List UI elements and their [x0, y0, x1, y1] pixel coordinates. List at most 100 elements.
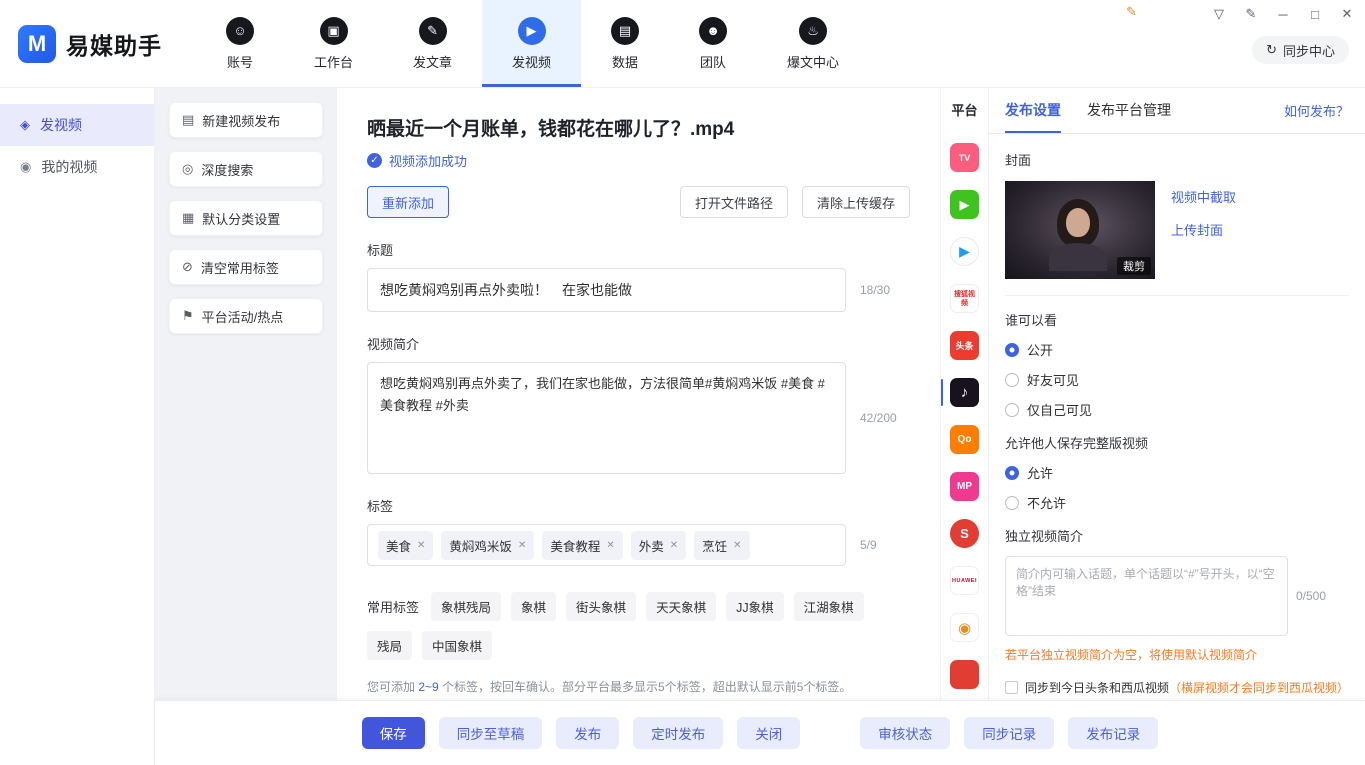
tool-label: 清空常用标签	[201, 258, 279, 277]
radio-label: 公开	[1027, 340, 1053, 359]
new-video-publish-button[interactable]: ▤ 新建视频发布	[169, 102, 323, 138]
radio-icon	[1005, 496, 1019, 510]
sync-to-draft-button[interactable]: 同步至草稿	[439, 717, 543, 749]
platform-glyph: Qo	[950, 425, 979, 454]
nav-item-team[interactable]: ☻ 团队	[669, 0, 757, 87]
platform-icon-mp[interactable]: MP	[950, 472, 979, 501]
visibility-option-friends[interactable]: 好友可见	[1005, 370, 1349, 389]
nav-item-hot-center[interactable]: ♨ 爆文中心	[757, 0, 869, 87]
tool-label: 新建视频发布	[202, 111, 280, 130]
common-tag[interactable]: 天天象棋	[646, 592, 716, 621]
thumbnail-person-face	[1066, 208, 1090, 237]
visibility-option-public[interactable]: 公开	[1005, 340, 1349, 359]
nav-item-publish-video[interactable]: ▶ 发视频	[482, 0, 581, 87]
platform-glyph: ▶	[950, 237, 979, 266]
platform-icon-sohu[interactable]: S	[950, 519, 979, 548]
platform-glyph: ♪	[950, 378, 979, 407]
video-editor: 晒最近一个月账单，钱都花在哪儿了？.mp4 ✓ 视频添加成功 重新添加 打开文件…	[337, 88, 940, 700]
common-tag[interactable]: JJ象棋	[726, 592, 784, 621]
nav-label: 团队	[700, 52, 726, 71]
deep-search-button[interactable]: ◎ 深度搜索	[169, 151, 323, 187]
independent-desc-textarea[interactable]	[1005, 556, 1288, 636]
new-publish-icon: ▤	[182, 112, 194, 128]
platform-icon-weibo[interactable]: ◉	[950, 613, 979, 642]
common-tag[interactable]: 象棋残局	[431, 592, 501, 621]
how-to-publish-link[interactable]: 如何发布？	[1284, 88, 1349, 133]
clear-upload-cache-button[interactable]: 清除上传缓存	[802, 186, 910, 218]
platform-icon-toutiao[interactable]: 头条	[950, 331, 979, 360]
tag-chip: 美食 ✕	[378, 531, 433, 560]
remove-tag-icon[interactable]: ✕	[606, 540, 614, 551]
open-file-path-button[interactable]: 打开文件路径	[680, 186, 788, 218]
radio-checked-icon	[1005, 466, 1019, 480]
platform-icon-pink[interactable]: TV	[950, 143, 979, 172]
minimize-button[interactable]: ─	[1275, 7, 1291, 22]
tab-platform-management[interactable]: 发布平台管理	[1087, 88, 1171, 133]
visibility-option-private[interactable]: 仅自己可见	[1005, 400, 1349, 419]
remove-tag-icon[interactable]: ✕	[417, 540, 425, 551]
upload-cover-link[interactable]: 上传封面	[1171, 220, 1236, 239]
common-tag[interactable]: 象棋	[511, 592, 556, 621]
publish-records-button[interactable]: 发布记录	[1068, 717, 1158, 749]
sidebar-item-my-videos[interactable]: ◉ 我的视频	[0, 146, 154, 188]
search-icon: ◎	[182, 161, 193, 177]
common-tag[interactable]: 残局	[367, 631, 412, 660]
tags-input[interactable]: 美食✕ 黄焖鸡米饭✕ 美食教程✕ 外卖✕ 烹饪✕	[367, 524, 846, 566]
maximize-button[interactable]: □	[1307, 7, 1323, 22]
allow-save-option-allow[interactable]: 允许	[1005, 463, 1349, 482]
tag-text: 美食	[386, 536, 411, 555]
video-added-status[interactable]: 视频添加成功	[389, 151, 467, 170]
remove-tag-icon[interactable]: ✕	[518, 540, 526, 551]
scheduled-publish-button[interactable]: 定时发布	[633, 717, 723, 749]
capture-from-video-link[interactable]: 视频中截取	[1171, 187, 1236, 206]
sync-records-button[interactable]: 同步记录	[964, 717, 1054, 749]
default-category-settings-button[interactable]: ▦ 默认分类设置	[169, 200, 323, 236]
sync-center-button[interactable]: ↻ 同步中心	[1252, 36, 1349, 64]
allow-save-option-deny[interactable]: 不允许	[1005, 493, 1349, 512]
readd-video-button[interactable]: 重新添加	[367, 186, 449, 218]
sidebar-item-label: 我的视频	[41, 157, 97, 177]
tag-chip: 烹饪✕	[694, 531, 749, 560]
remove-tag-icon[interactable]: ✕	[670, 540, 678, 551]
tab-publish-settings[interactable]: 发布设置	[1005, 88, 1061, 133]
platform-icon-iqiyi[interactable]: ▶	[950, 190, 979, 219]
cover-thumbnail[interactable]: 裁剪	[1005, 181, 1155, 279]
logo-icon: M	[18, 25, 56, 63]
radio-label: 允许	[1027, 463, 1053, 482]
common-tag[interactable]: 街头象棋	[566, 592, 636, 621]
nav-item-workbench[interactable]: ▣ 工作台	[284, 0, 383, 87]
sidebar-item-publish-video[interactable]: ◈ 发视频	[0, 104, 154, 146]
app-logo: M 易媒助手	[0, 0, 188, 87]
platform-icon-qq[interactable]: Qo	[950, 425, 979, 454]
platform-icon-huawei[interactable]: HUAWEI	[950, 566, 979, 595]
window-controls: ▽ ✎ ─ □ ✕	[1211, 6, 1355, 22]
platform-icon-haokan[interactable]: ▶	[950, 237, 979, 266]
sync-toutiao-checkbox[interactable]	[1005, 681, 1018, 694]
close-editor-button[interactable]: 关闭	[737, 717, 800, 749]
nav-item-data[interactable]: ▤ 数据	[581, 0, 669, 87]
platform-icon-partial[interactable]	[950, 660, 979, 689]
nav-item-publish-article[interactable]: ✎ 发文章	[383, 0, 482, 87]
platform-icon-sohu-video[interactable]: 搜狐视频	[950, 284, 979, 313]
tag-text: 黄焖鸡米饭	[449, 536, 512, 555]
review-status-button[interactable]: 审核状态	[860, 717, 950, 749]
close-button[interactable]: ✕	[1339, 6, 1355, 22]
description-textarea[interactable]	[367, 362, 846, 474]
platform-activity-button[interactable]: ⚑ 平台活动/热点	[169, 298, 323, 334]
remove-tag-icon[interactable]: ✕	[733, 540, 741, 551]
feedback-icon[interactable]: ✎	[1243, 6, 1259, 22]
platform-icon-douyin[interactable]: ♪	[950, 378, 979, 407]
crop-badge[interactable]: 裁剪	[1117, 257, 1151, 275]
common-tag[interactable]: 江湖象棋	[794, 592, 864, 621]
save-button[interactable]: 保存	[362, 717, 425, 749]
publish-button[interactable]: 发布	[556, 717, 619, 749]
tag-chip: 外卖✕	[631, 531, 686, 560]
filter-icon[interactable]: ▽	[1211, 6, 1227, 22]
nav-item-account[interactable]: ☺ 账号	[196, 0, 284, 87]
platform-glyph: ◉	[950, 613, 979, 642]
clear-common-tags-button[interactable]: ⊘ 清空常用标签	[169, 249, 323, 285]
platform-glyph: S	[950, 519, 979, 548]
platform-strip: 平台 TV ▶ ▶ 搜狐视频 头条 ♪ Qo MP S HUAWEI ◉	[940, 88, 988, 700]
title-input[interactable]	[367, 268, 846, 312]
common-tag[interactable]: 中国象棋	[422, 631, 492, 660]
